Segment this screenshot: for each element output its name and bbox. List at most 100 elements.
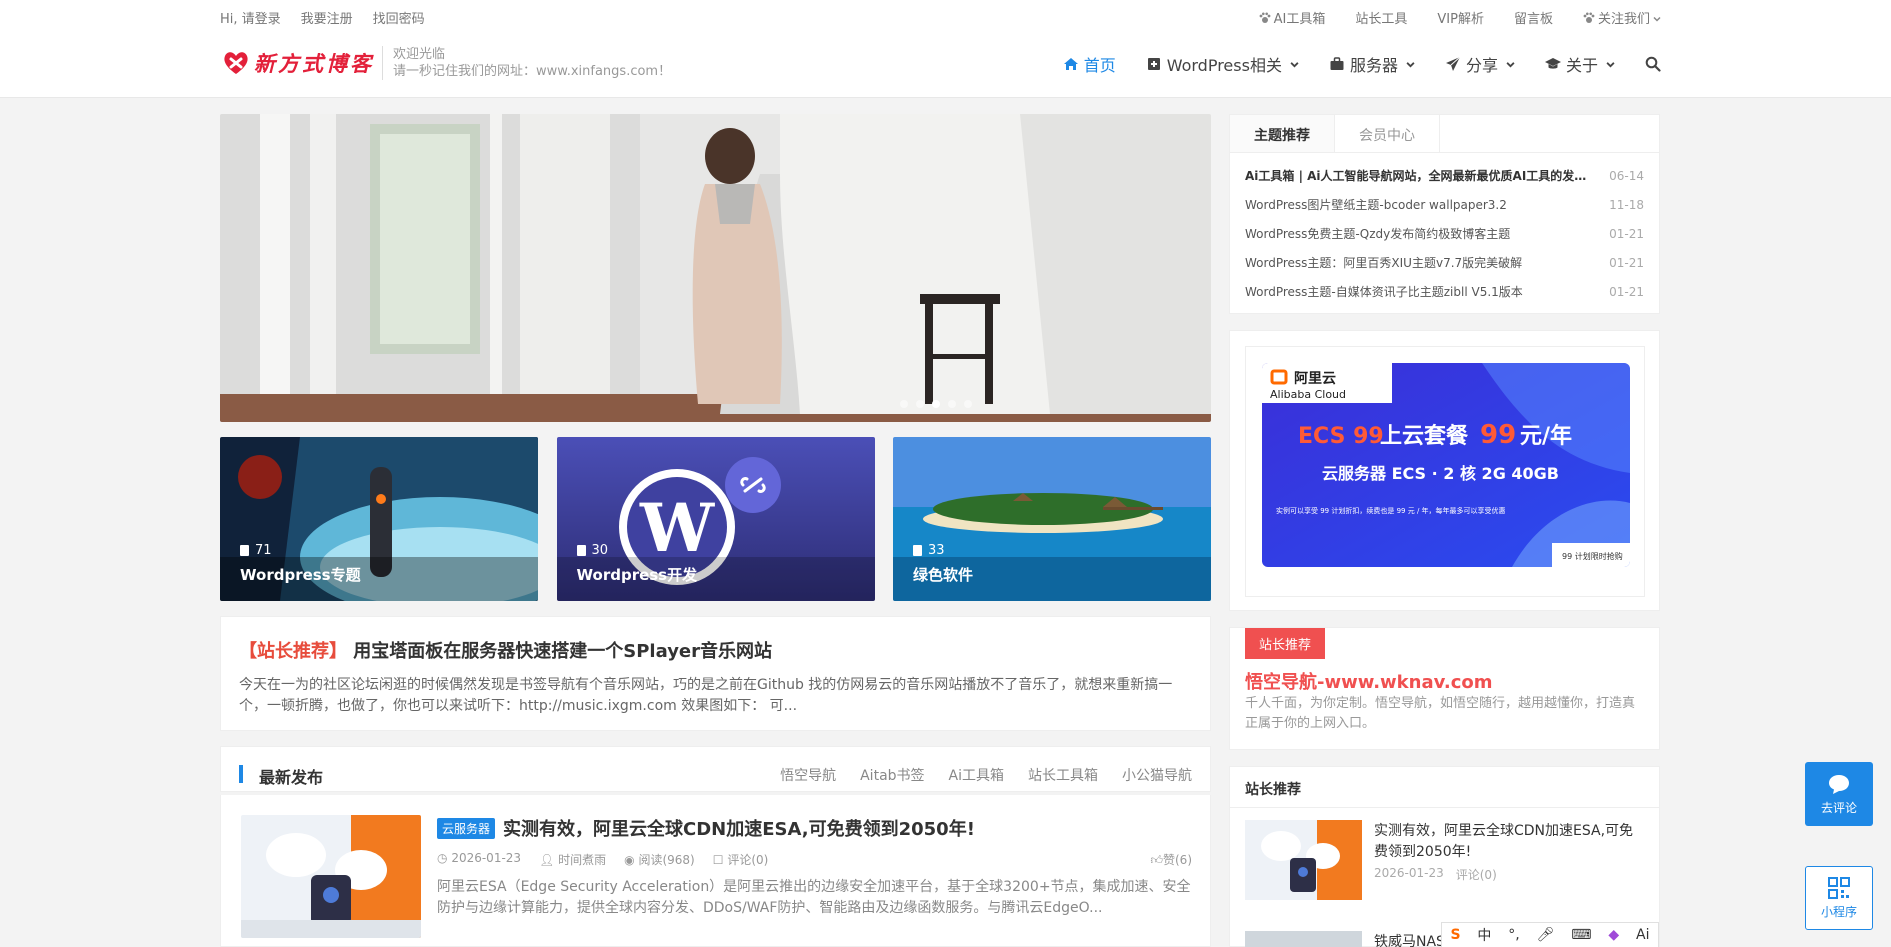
site-recommend-thumbnail[interactable] <box>1245 820 1362 900</box>
featured-tag: 【站长推荐】 <box>239 641 347 662</box>
slider-dot[interactable] <box>964 400 972 408</box>
featured-title[interactable]: 【站长推荐】 用宝塔面板在服务器快速搭建一个SPlayer音乐网站 <box>239 641 772 662</box>
paper-plane-icon <box>1445 56 1461 71</box>
site-recommend-title[interactable]: 实测有效，阿里云全球CDN加速ESA,可免费领到2050年! <box>1374 821 1644 863</box>
chevron-down-icon <box>1606 61 1615 67</box>
chevron-down-icon <box>1406 61 1415 67</box>
keyboard-icon[interactable]: ⌨ <box>1571 927 1591 943</box>
post-meta: ◷ 2026-01-23 👤︎ 时间煮雨 ◉ 阅读(968) ☐ 评论(0) <box>437 851 769 868</box>
ime-chinese-toggle[interactable]: 中 <box>1477 925 1491 945</box>
topic-list-item[interactable]: WordPress免费主题-Qzdy发布简约极致博客主题 01-21 <box>1245 219 1644 248</box>
logo-heart-icon <box>224 52 248 74</box>
graduation-cap-icon <box>1544 58 1561 69</box>
hero-slider[interactable] <box>220 114 1211 422</box>
login-link[interactable]: Hi, 请登录 <box>220 8 281 27</box>
svg-text:99 计划限时抢购: 99 计划限时抢购 <box>1562 551 1623 561</box>
like-button[interactable]: 👍︎赞(6) <box>1150 851 1192 868</box>
register-link[interactable]: 我要注册 <box>301 8 353 27</box>
ad-widget: 阿里云 Alibaba Cloud ECS 99 上云套餐 99 元/年 云服务… <box>1229 330 1660 611</box>
latest-heading: 最新发布 <box>259 768 324 787</box>
sogou-logo-icon[interactable]: S <box>1450 927 1460 943</box>
topic-list-item[interactable]: WordPress主题：阿里百秀XIU主题v7.7版完美破解 01-21 <box>1245 248 1644 277</box>
eye-icon: ◉ <box>624 853 635 867</box>
nav-wordpress[interactable]: WordPress相关 <box>1146 52 1299 76</box>
slider-image <box>220 114 1211 422</box>
svg-text:99: 99 <box>1480 420 1516 450</box>
comments-link[interactable]: ☐ 评论(0) <box>713 851 769 868</box>
svg-text:W: W <box>638 489 714 567</box>
section-accent-bar <box>239 765 243 783</box>
skin-icon[interactable]: ◆ <box>1608 927 1619 943</box>
webmaster-tools-link[interactable]: 站长工具 <box>1355 8 1407 27</box>
svg-text:实例可以享受 99 计划折扣，续费也是 99 元 / 年，每: 实例可以享受 99 计划折扣，续费也是 99 元 / 年，每年最多可以享受优惠 <box>1276 506 1506 515</box>
topic-list-item[interactable]: WordPress主题-自媒体资讯子比主题zibll V5.1版本 01-21 <box>1245 277 1644 306</box>
nav-home[interactable]: 首页 <box>1063 52 1116 76</box>
tab-topic-recommend[interactable]: 主题推荐 <box>1230 115 1335 152</box>
post-thumbnail[interactable] <box>241 815 421 938</box>
topic-tabs-widget: 主题推荐 会员中心 Ai工具箱 | Ai人工智能导航网站，全网最新最优质AI工具… <box>1229 114 1660 314</box>
post-item: 云服务器 实测有效，阿里云全球CDN加速ESA,可免费领到2050年! ◷ 20… <box>220 795 1211 947</box>
message-board-link[interactable]: 留言板 <box>1514 8 1553 27</box>
clock-icon: ◷ <box>437 851 448 865</box>
recommend-site-link[interactable]: 悟空导航-www.wknav.com <box>1245 668 1493 694</box>
site-recommend-thumbnail[interactable] <box>1245 931 1362 947</box>
featured-post: 【站长推荐】 用宝塔面板在服务器快速搭建一个SPlayer音乐网站 今天在一为的… <box>220 616 1211 731</box>
main-nav: 首页 WordPress相关 服务器 分享 关于 <box>1063 52 1661 76</box>
latest-link[interactable]: 站长工具箱 <box>1028 765 1098 785</box>
tab-member-center[interactable]: 会员中心 <box>1335 115 1440 152</box>
slider-dot[interactable] <box>948 400 956 408</box>
category-card-wordpress-topic[interactable]: 71 Wordpress专题 <box>220 437 538 601</box>
recover-password-link[interactable]: 找回密码 <box>373 8 425 27</box>
paw-icon <box>1583 12 1595 23</box>
latest-link[interactable]: Ai工具箱 <box>949 765 1004 785</box>
vip-parse-link[interactable]: VIP解析 <box>1437 8 1484 27</box>
nav-share[interactable]: 分享 <box>1445 52 1515 76</box>
site-logo[interactable]: 新方式博客 <box>222 48 374 78</box>
briefcase-icon <box>1330 57 1344 70</box>
search-icon <box>1645 56 1661 72</box>
category-cards: 71 Wordpress专题 W 30 Wordpress开发 33 绿色软件 <box>220 437 1211 601</box>
recommend-label: 站长推荐 <box>1245 628 1326 659</box>
home-icon <box>1063 58 1078 70</box>
slider-dots <box>900 400 972 408</box>
ime-punctuation-toggle[interactable]: °, <box>1508 927 1519 943</box>
follow-us-link[interactable]: 关注我们 <box>1583 8 1661 27</box>
site-recommend-heading: 站长推荐 <box>1245 782 1301 798</box>
category-card-green-software[interactable]: 33 绿色软件 <box>893 437 1211 601</box>
site-recommend-title[interactable]: 铁威马NAS <box>1374 931 1445 947</box>
document-icon <box>913 545 922 556</box>
post-title[interactable]: 云服务器 实测有效，阿里云全球CDN加速ESA,可免费领到2050年! <box>437 815 975 841</box>
slider-dot-active[interactable] <box>932 400 940 408</box>
thumbs-up-icon: 👍︎ <box>1150 853 1163 867</box>
ime-ai-button[interactable]: Ai <box>1636 927 1649 943</box>
comment-icon: ☐ <box>712 853 724 867</box>
topic-list-item[interactable]: WordPress图片壁纸主题-bcoder wallpaper3.2 11-18 <box>1245 190 1644 219</box>
latest-section-header: 最新发布 悟空导航 Aitab书签 Ai工具箱 站长工具箱 小公猫导航 <box>220 746 1211 792</box>
chevron-down-icon <box>1506 61 1515 67</box>
site-recommend-list: 站长推荐 实测有效，阿里云全球CDN加速ESA,可免费领到2050年! 2026… <box>1229 766 1660 947</box>
microphone-icon[interactable]: 🎤︎ <box>1537 927 1555 943</box>
nav-about[interactable]: 关于 <box>1544 52 1615 76</box>
post-excerpt: 阿里云ESA（Edge Security Acceleration）是阿里云推出… <box>437 879 1191 916</box>
search-button[interactable] <box>1645 56 1661 72</box>
slider-dot[interactable] <box>916 400 924 408</box>
go-comment-button[interactable]: 去评论 <box>1805 762 1873 826</box>
ai-toolbox-link[interactable]: AI工具箱 <box>1259 8 1325 27</box>
post-category-badge[interactable]: 云服务器 <box>437 817 496 839</box>
latest-link[interactable]: Aitab书签 <box>860 765 924 785</box>
alibaba-cloud-ad-banner[interactable]: 阿里云 Alibaba Cloud ECS 99 上云套餐 99 元/年 云服务… <box>1262 363 1630 567</box>
mini-program-button[interactable]: 小程序 <box>1805 866 1873 930</box>
slider-dot[interactable] <box>900 400 908 408</box>
nav-server[interactable]: 服务器 <box>1329 52 1415 76</box>
chat-bubble-icon <box>1829 774 1849 794</box>
qr-code-icon <box>1828 876 1850 899</box>
ime-toolbar: S 中 °, 🎤︎ ⌨ ◆ Ai <box>1441 922 1659 947</box>
chevron-down-icon <box>1653 16 1661 22</box>
latest-link[interactable]: 小公猫导航 <box>1122 765 1192 785</box>
paw-icon <box>1259 12 1271 23</box>
category-card-wordpress-dev[interactable]: W 30 Wordpress开发 <box>556 437 875 601</box>
svg-text:ECS 99: ECS 99 <box>1298 424 1384 449</box>
document-icon <box>240 545 249 556</box>
latest-link[interactable]: 悟空导航 <box>780 765 836 785</box>
topic-list-item[interactable]: Ai工具箱 | Ai人工智能导航网站，全网最新最优质AI工具的发现... 06-1… <box>1245 161 1644 190</box>
